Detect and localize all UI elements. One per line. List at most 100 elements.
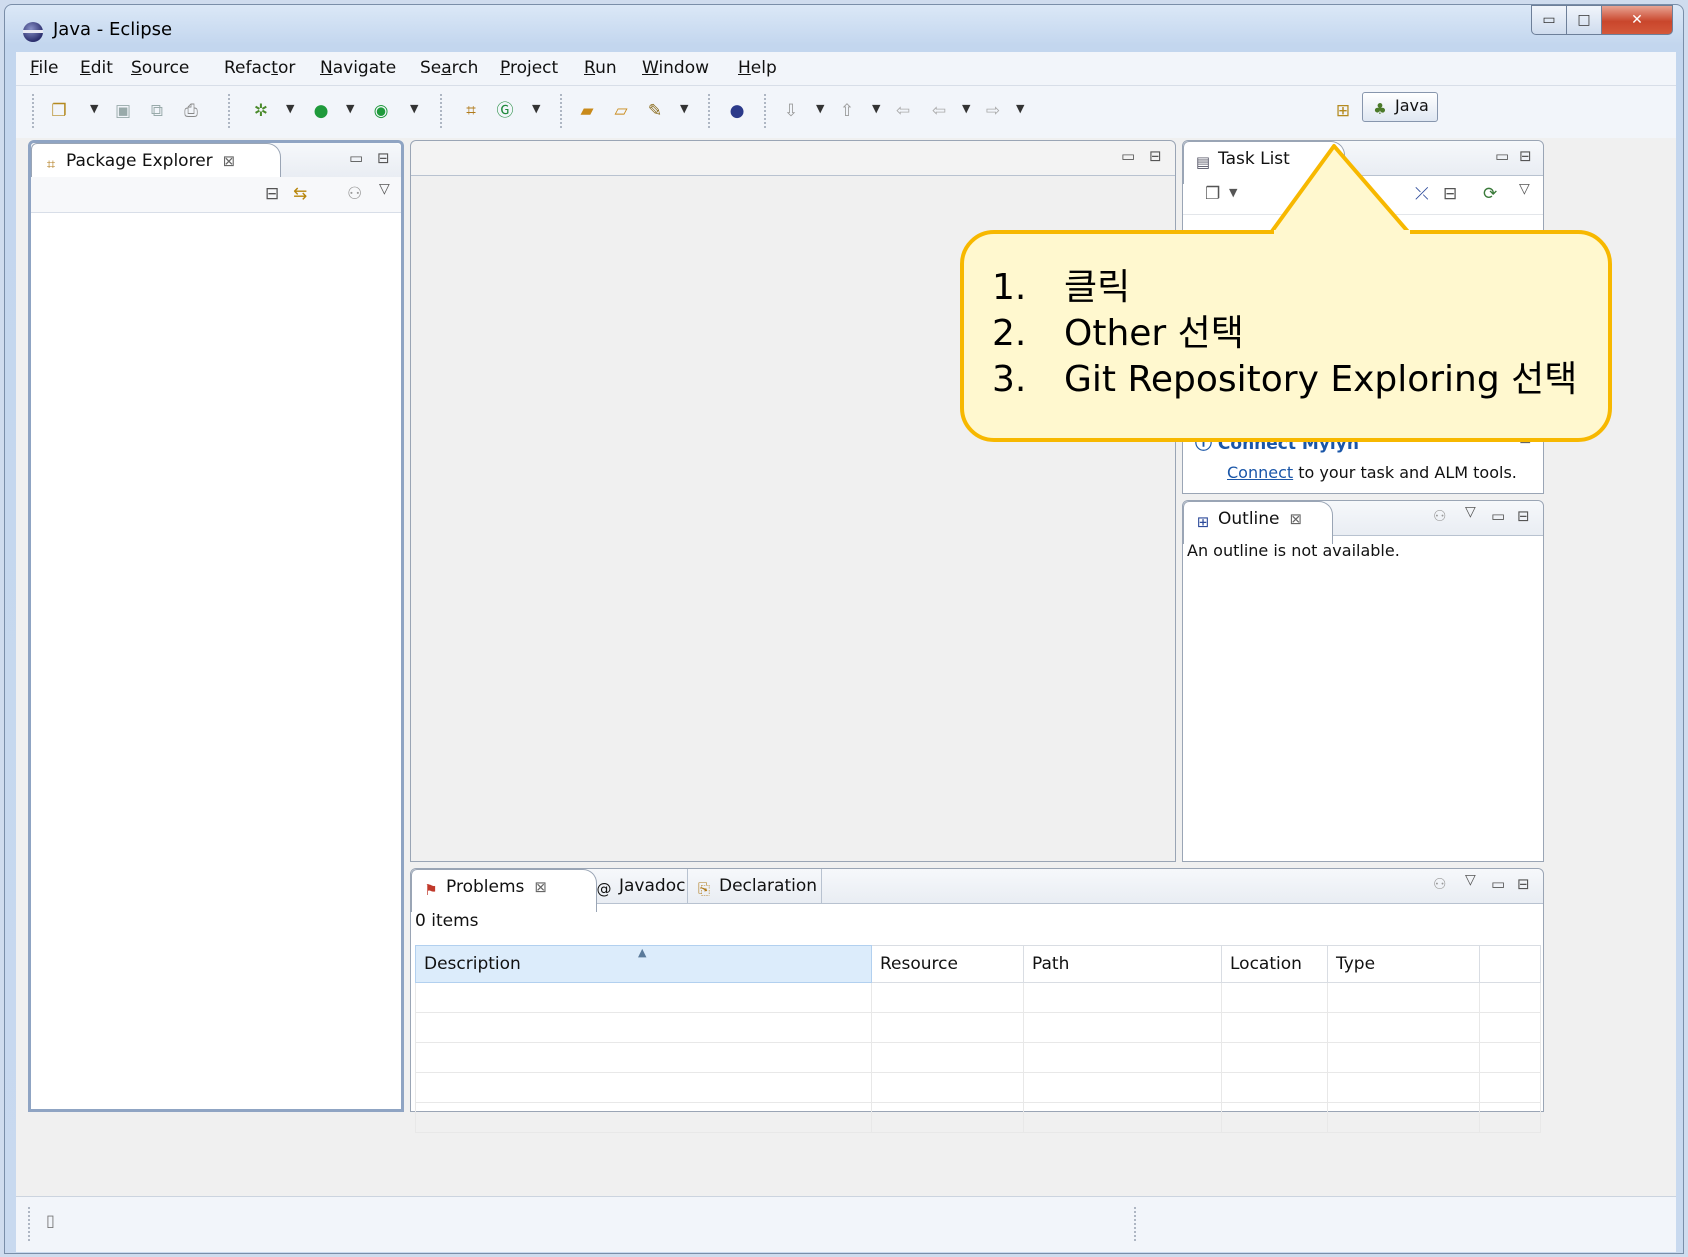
focus-on-task-icon[interactable]: ⚇ bbox=[1433, 875, 1446, 893]
fast-view-icon[interactable]: ▯ bbox=[46, 1211, 55, 1230]
menu-source[interactable]: Source bbox=[131, 58, 189, 78]
maximize-view-icon[interactable]: ⊟ bbox=[377, 149, 390, 167]
chevron-down-icon[interactable]: ▼ bbox=[872, 102, 880, 115]
run-icon[interactable]: ● bbox=[310, 100, 332, 122]
outline-icon: ⊞ bbox=[1196, 513, 1210, 531]
open-type-icon[interactable]: ▰ bbox=[576, 100, 598, 122]
external-tools-icon[interactable]: ◉ bbox=[370, 100, 392, 122]
collapse-all-icon[interactable]: ⊟ bbox=[265, 184, 279, 204]
focus-on-task-icon[interactable]: ⚇ bbox=[347, 184, 362, 204]
column-header-location[interactable]: Location bbox=[1221, 945, 1328, 983]
toolbar-separator bbox=[764, 94, 767, 128]
toolbar-separator bbox=[28, 1207, 31, 1241]
maximize-view-icon[interactable]: ⊟ bbox=[1149, 147, 1162, 165]
view-menu-icon[interactable]: ▽ bbox=[1465, 872, 1476, 888]
last-edit-icon[interactable]: ⇦ bbox=[892, 100, 914, 122]
menu-file[interactable]: File bbox=[30, 58, 58, 78]
debug-icon[interactable]: ✲ bbox=[250, 100, 272, 122]
maximize-view-icon[interactable]: ⊟ bbox=[1519, 147, 1532, 165]
chevron-down-icon[interactable]: ▼ bbox=[1229, 186, 1237, 199]
column-header-resource[interactable]: Resource bbox=[871, 945, 1024, 983]
maximize-view-icon[interactable]: ⊟ bbox=[1517, 507, 1530, 525]
chevron-down-icon[interactable]: ▼ bbox=[410, 102, 418, 115]
connect-link[interactable]: Connect bbox=[1227, 463, 1293, 482]
menu-window[interactable]: Window bbox=[642, 58, 709, 78]
minimize-button[interactable]: ▭ bbox=[1531, 5, 1567, 35]
minimize-view-icon[interactable]: ▭ bbox=[1121, 147, 1135, 165]
menu-run[interactable]: Run bbox=[584, 58, 617, 78]
tab-outline[interactable]: ⊞ Outline ⊠ bbox=[1183, 501, 1333, 544]
open-task-icon[interactable]: ▱ bbox=[610, 100, 632, 122]
toolbar-separator bbox=[32, 94, 35, 128]
focus-on-task-icon[interactable]: ⚇ bbox=[1433, 507, 1446, 525]
table-row bbox=[415, 1012, 1541, 1043]
status-bar: ▯ bbox=[16, 1196, 1676, 1252]
minimize-view-icon[interactable]: ▭ bbox=[1491, 507, 1505, 525]
minimize-view-icon[interactable]: ▭ bbox=[1491, 875, 1505, 893]
chevron-down-icon[interactable]: ▼ bbox=[816, 102, 824, 115]
sort-ascending-icon: ▲ bbox=[638, 946, 647, 959]
title-bar[interactable]: Java - Eclipse ▭ □ ✕ bbox=[5, 5, 1683, 57]
menu-edit[interactable]: Edit bbox=[80, 58, 113, 78]
outline-message: An outline is not available. bbox=[1187, 541, 1400, 560]
menu-refactor[interactable]: Refactor bbox=[224, 58, 295, 78]
column-header-type[interactable]: Type bbox=[1327, 945, 1480, 983]
connect-mylyn-message: Connect to your task and ALM tools. bbox=[1227, 463, 1517, 482]
chevron-down-icon[interactable]: ▼ bbox=[90, 102, 98, 115]
callout-seam-cover bbox=[1274, 230, 1410, 238]
search-icon[interactable]: ✎ bbox=[644, 100, 666, 122]
chevron-down-icon[interactable]: ▼ bbox=[286, 102, 294, 115]
callout-step-3: 3. Git Repository Exploring 선택 bbox=[992, 359, 1578, 400]
view-menu-icon[interactable]: ▽ bbox=[1519, 181, 1530, 197]
view-menu-icon[interactable]: ▽ bbox=[379, 181, 390, 197]
close-icon[interactable]: ⊠ bbox=[534, 878, 547, 896]
column-header-description[interactable]: Description ▲ bbox=[415, 945, 872, 983]
chevron-down-icon[interactable]: ▼ bbox=[962, 102, 970, 115]
menu-search[interactable]: Search bbox=[420, 58, 478, 78]
tab-declaration[interactable]: ⎘ Declaration bbox=[695, 876, 817, 898]
view-menu-icon[interactable]: ▽ bbox=[1465, 504, 1476, 520]
javadoc-icon: @ bbox=[596, 880, 612, 898]
maximize-view-icon[interactable]: ⊟ bbox=[1517, 875, 1530, 893]
save-icon[interactable]: ▣ bbox=[112, 100, 134, 122]
menu-help[interactable]: Help bbox=[738, 58, 777, 78]
new-java-class-icon[interactable]: Ⓖ bbox=[494, 100, 516, 122]
new-task-icon[interactable]: ❐ bbox=[1205, 184, 1220, 204]
chevron-down-icon[interactable]: ▼ bbox=[1016, 102, 1024, 115]
new-java-package-icon[interactable]: ⌗ bbox=[460, 100, 482, 122]
new-icon[interactable]: ❐ bbox=[48, 100, 70, 122]
task-list-icon: ▤ bbox=[1195, 153, 1211, 171]
toolbar-separator bbox=[228, 94, 231, 128]
minimize-view-icon[interactable]: ▭ bbox=[349, 149, 363, 167]
back-icon[interactable]: ⇦ bbox=[928, 100, 950, 122]
column-header-path[interactable]: Path bbox=[1023, 945, 1222, 983]
java-perspective-button[interactable]: ♣ Java bbox=[1362, 92, 1438, 122]
tab-javadoc[interactable]: @ Javadoc bbox=[595, 876, 686, 898]
chevron-down-icon[interactable]: ▼ bbox=[346, 102, 354, 115]
package-explorer-toolbar: ⊟ ⇆ ⚇ ▽ bbox=[31, 177, 401, 213]
next-annotation-icon[interactable]: ⇩ bbox=[780, 100, 802, 122]
outline-tabbar: ⊞ Outline ⊠ ⚇ ▽ ▭ ⊟ bbox=[1183, 501, 1543, 544]
problems-panel: ⚑ Problems ⊠ @ Javadoc ⎘ Declaration ⚇ ▽ ▭ ⊟… bbox=[410, 868, 1544, 1133]
print-icon[interactable]: ⎙ bbox=[180, 100, 202, 122]
table-row bbox=[415, 982, 1541, 1013]
outline-panel: ⊞ Outline ⊠ ⚇ ▽ ▭ ⊟ An outline is not avai… bbox=[1182, 500, 1544, 862]
close-icon[interactable]: ⊠ bbox=[223, 152, 236, 170]
open-perspective-icon[interactable]: ⊞ bbox=[1332, 100, 1354, 122]
maximize-button[interactable]: □ bbox=[1566, 5, 1602, 35]
save-all-icon[interactable]: ⧉ bbox=[146, 100, 168, 122]
web-browser-icon[interactable]: ● bbox=[726, 100, 748, 122]
forward-icon[interactable]: ⇨ bbox=[982, 100, 1004, 122]
link-with-editor-icon[interactable]: ⇆ bbox=[293, 184, 307, 204]
status-separator bbox=[1134, 1207, 1137, 1241]
chevron-down-icon[interactable]: ▼ bbox=[680, 102, 688, 115]
chevron-down-icon[interactable]: ▼ bbox=[532, 102, 540, 115]
toolbar-separator bbox=[560, 94, 563, 128]
tab-problems[interactable]: ⚑ Problems ⊠ bbox=[411, 869, 597, 912]
menu-navigate[interactable]: Navigate bbox=[320, 58, 396, 78]
menu-project[interactable]: Project bbox=[500, 58, 558, 78]
close-button[interactable]: ✕ bbox=[1601, 5, 1673, 35]
package-explorer-panel: ⌗ Package Explorer ⊠ ▭ ⊟ ⊟ ⇆ ⚇ ▽ bbox=[28, 140, 404, 1112]
previous-annotation-icon[interactable]: ⇧ bbox=[836, 100, 858, 122]
close-icon[interactable]: ⊠ bbox=[1290, 510, 1303, 528]
